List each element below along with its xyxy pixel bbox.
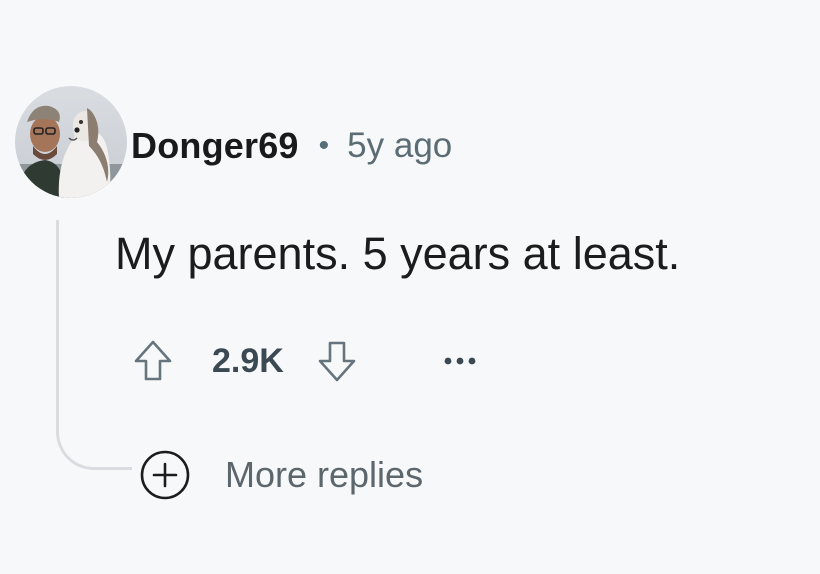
- ellipsis-horizontal-icon: [444, 357, 476, 365]
- comment-body: My parents. 5 years at least.: [115, 228, 681, 279]
- vote-score: 2.9K: [212, 341, 284, 380]
- avatar[interactable]: [15, 86, 127, 198]
- downvote-button[interactable]: [312, 334, 362, 388]
- upvote-button[interactable]: [128, 334, 178, 388]
- overflow-menu-button[interactable]: [440, 341, 480, 381]
- comment-header: Donger69 • 5y ago: [131, 122, 452, 170]
- arrow-up-outline-icon: [134, 340, 172, 381]
- more-replies-label: More replies: [225, 454, 424, 495]
- arrow-down-outline-icon: [318, 341, 356, 382]
- avatar-photo: [15, 86, 127, 198]
- comment: Donger69 • 5y ago My parents. 5 years at…: [0, 0, 820, 574]
- meta-separator: •: [318, 129, 330, 162]
- comment-actions: 2.9K: [128, 334, 480, 388]
- author-username[interactable]: Donger69: [131, 125, 299, 167]
- comment-timestamp[interactable]: 5y ago: [347, 126, 452, 166]
- more-replies-button[interactable]: More replies: [138, 448, 423, 502]
- plus-circle-icon: [138, 448, 192, 502]
